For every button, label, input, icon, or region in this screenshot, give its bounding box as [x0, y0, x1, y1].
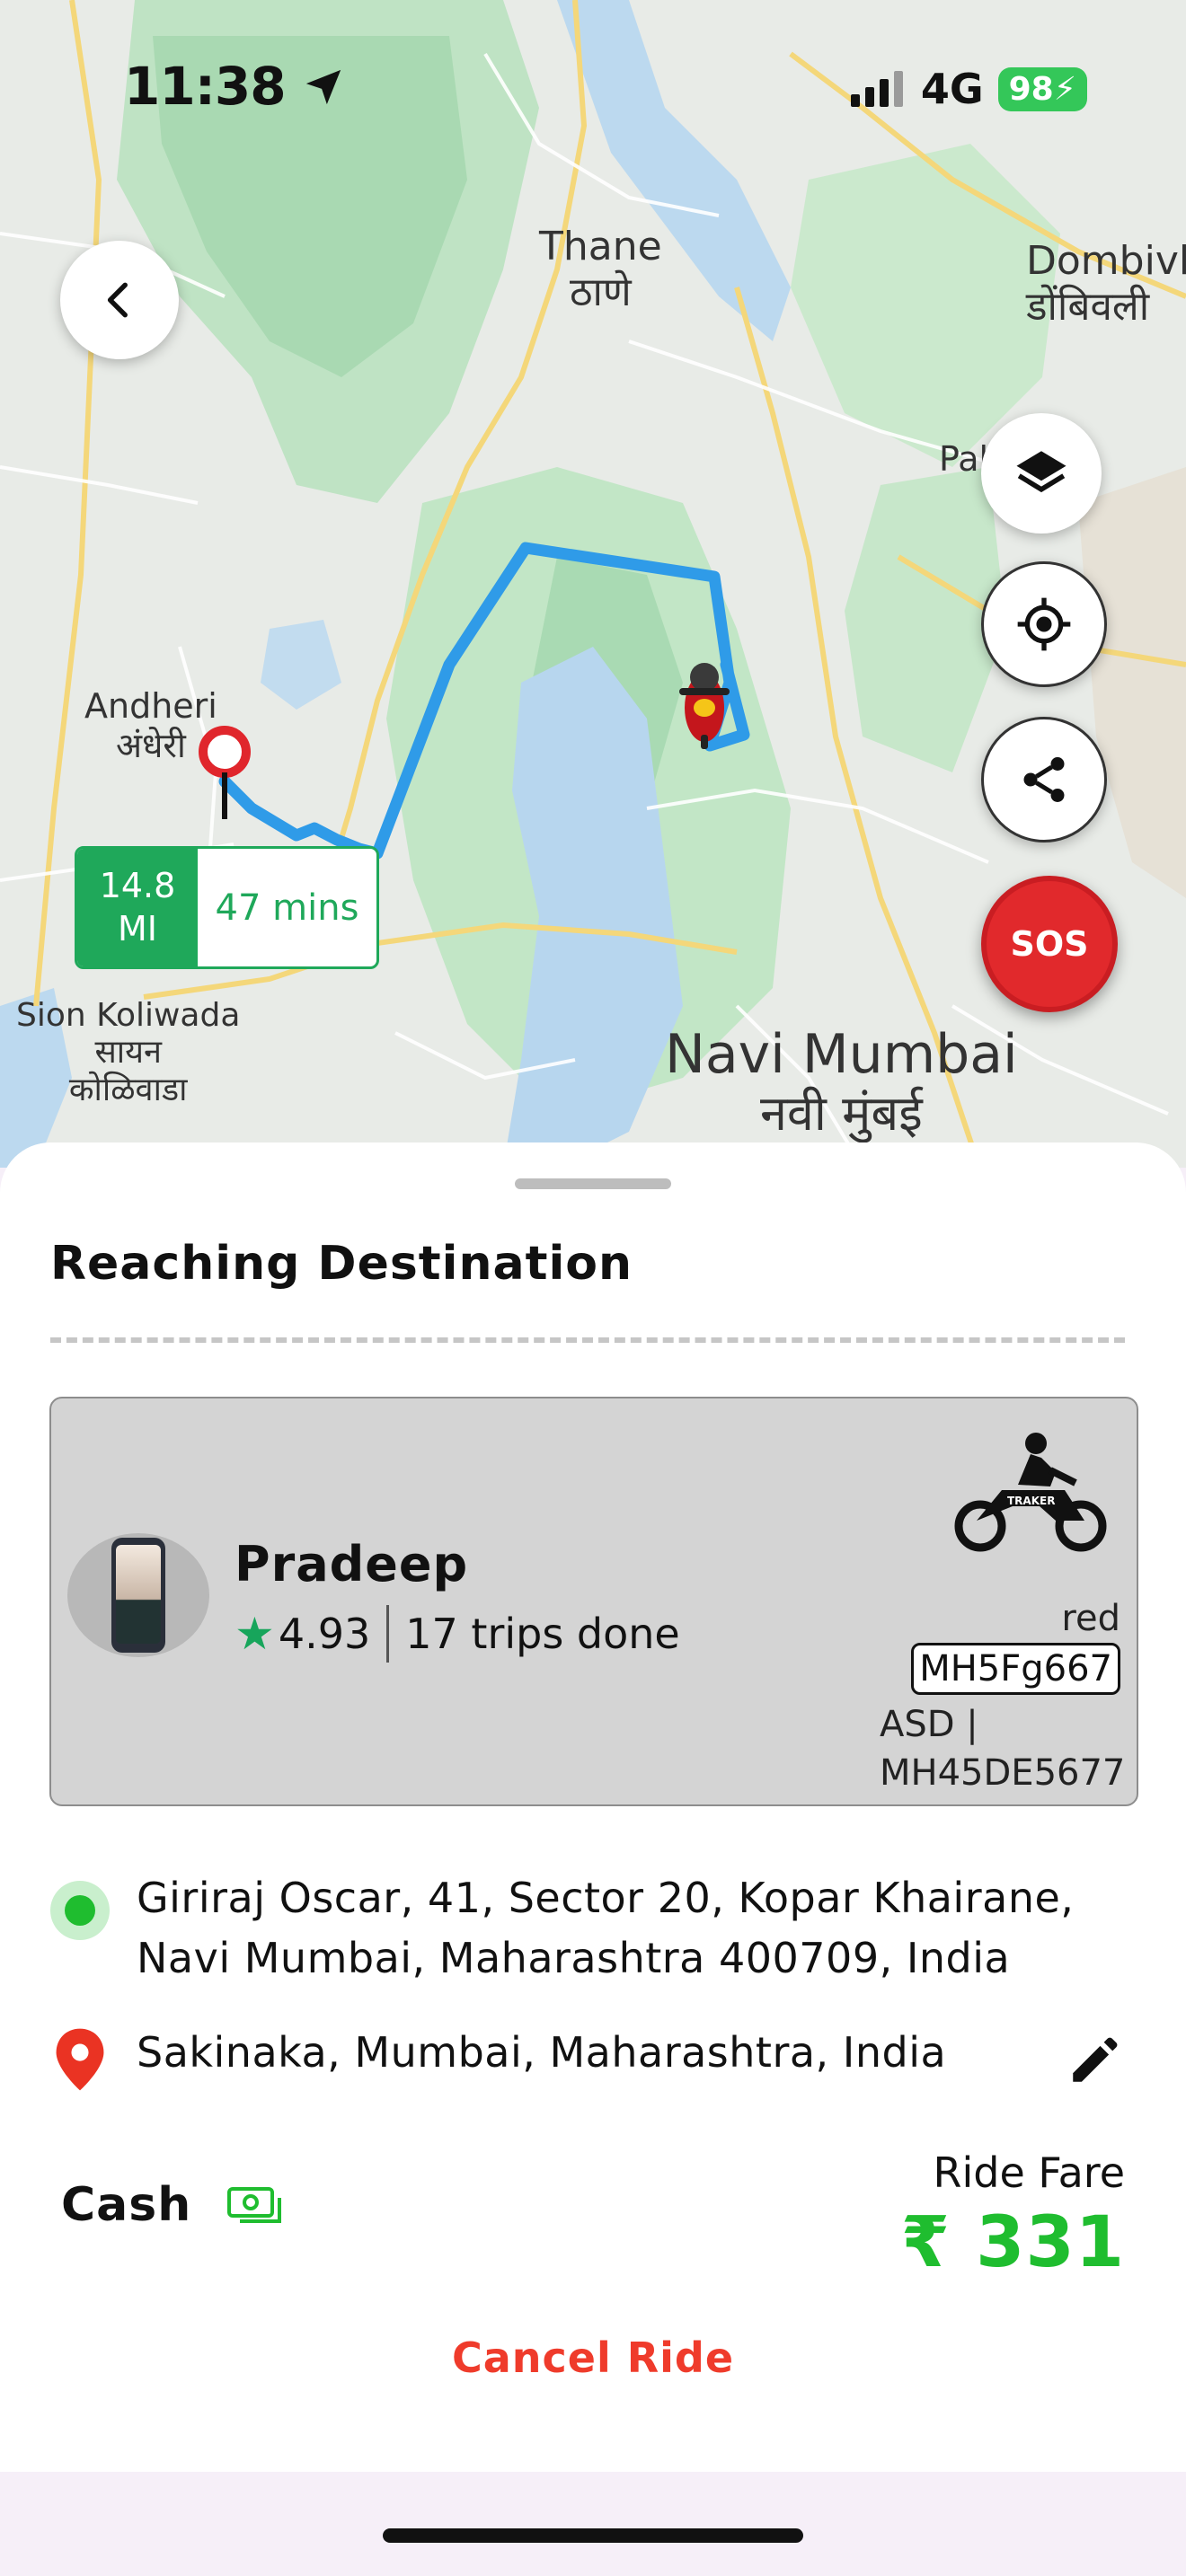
edit-pencil-icon[interactable]	[1066, 2030, 1125, 2089]
network-type: 4G	[920, 65, 984, 113]
map-label-sion: Sion Koliwada सायन कोळिवाडा	[16, 997, 241, 1108]
motorbike-icon: TRAKER	[954, 1433, 1107, 1552]
back-button[interactable]	[60, 241, 179, 359]
ride-status-sheet: Reaching Destination Pradeep ★ 4.93 17 t…	[0, 1142, 1186, 2472]
map-label-dombivli: Dombivl डोंबिवली	[1026, 238, 1186, 330]
vehicle-model: ASD | MH45DE5677	[880, 1704, 1126, 1795]
driver-avatar	[67, 1533, 209, 1657]
eta-badge: 14.8 MI 47 mins	[75, 846, 379, 969]
dropoff-address: Sakinaka, Mumbai, Maharashtra, India	[137, 2028, 947, 2077]
status-time: 11:38	[124, 56, 344, 117]
vehicle-color: red	[1061, 1598, 1120, 1639]
back-chevron-icon	[107, 282, 128, 318]
battery-badge: 98⚡	[997, 66, 1087, 111]
bike-brand-text: TRAKER	[1007, 1495, 1055, 1507]
driver-rating: 4.93	[278, 1610, 371, 1658]
cancel-ride-button[interactable]: Cancel Ride	[0, 2333, 1186, 2382]
payment-method[interactable]: Cash	[61, 2178, 285, 2232]
driver-name: Pradeep	[235, 1536, 469, 1592]
fare-label: Ride Fare	[933, 2148, 1126, 2197]
eta-time: 47 mins	[215, 887, 359, 929]
payment-method-label: Cash	[61, 2178, 192, 2232]
map-label-thane: Thane ठाणे	[539, 224, 662, 315]
share-ride-button[interactable]	[981, 717, 1107, 842]
share-icon	[1023, 757, 1065, 802]
sos-button[interactable]: SOS	[981, 876, 1118, 1012]
driver-card: Pradeep ★ 4.93 17 trips done TRAKER red …	[49, 1397, 1138, 1806]
home-indicator[interactable]	[383, 2528, 803, 2543]
dashed-divider	[50, 1337, 1125, 1343]
pickup-address: Giriraj Oscar, 41, Sector 20, Kopar Khai…	[137, 1874, 1075, 1982]
star-icon: ★	[235, 1608, 275, 1660]
app-screen: Thane ठाणे Dombivl डोंबिवली Pal Andheri अंध…	[0, 0, 1186, 2576]
driver-rating-row: ★ 4.93 17 trips done	[235, 1605, 680, 1663]
scooter-marker-icon	[679, 663, 730, 749]
drop-pin-icon	[56, 2028, 104, 2091]
locate-me-button[interactable]	[981, 561, 1107, 687]
driver-trips: 17 trips done	[405, 1610, 680, 1658]
map-view[interactable]: Thane ठाणे Dombivl डोंबिवली Pal Andheri अंध…	[0, 0, 1186, 1168]
map-label-navi-mumbai: Navi Mumbai नवी मुंबई	[665, 1023, 1018, 1142]
pickup-location: Giriraj Oscar, 41, Sector 20, Kopar Khai…	[50, 1868, 1074, 1988]
eta-distance: 14.8 MI	[77, 849, 198, 966]
vehicle-plate: MH5Fg667	[911, 1643, 1120, 1695]
cash-icon	[227, 2187, 282, 2223]
pickup-dot-icon	[50, 1881, 110, 1940]
dropoff-location: Sakinaka, Mumbai, Maharashtra, India	[50, 2023, 946, 2093]
map-layers-button[interactable]	[981, 413, 1102, 534]
layers-icon	[1016, 451, 1067, 493]
sheet-drag-handle[interactable]	[515, 1178, 671, 1189]
ride-status-title: Reaching Destination	[50, 1237, 633, 1291]
locate-icon	[1017, 597, 1071, 651]
fare-value: ₹ 331	[900, 2202, 1125, 2283]
status-indicators: 4G 98⚡	[850, 65, 1087, 113]
location-arrow-icon	[305, 69, 341, 105]
destination-pin-icon	[199, 726, 251, 819]
map-label-andheri: Andheri अंधेरी	[84, 686, 217, 765]
signal-icon	[850, 71, 903, 107]
rating-separator	[386, 1605, 390, 1663]
